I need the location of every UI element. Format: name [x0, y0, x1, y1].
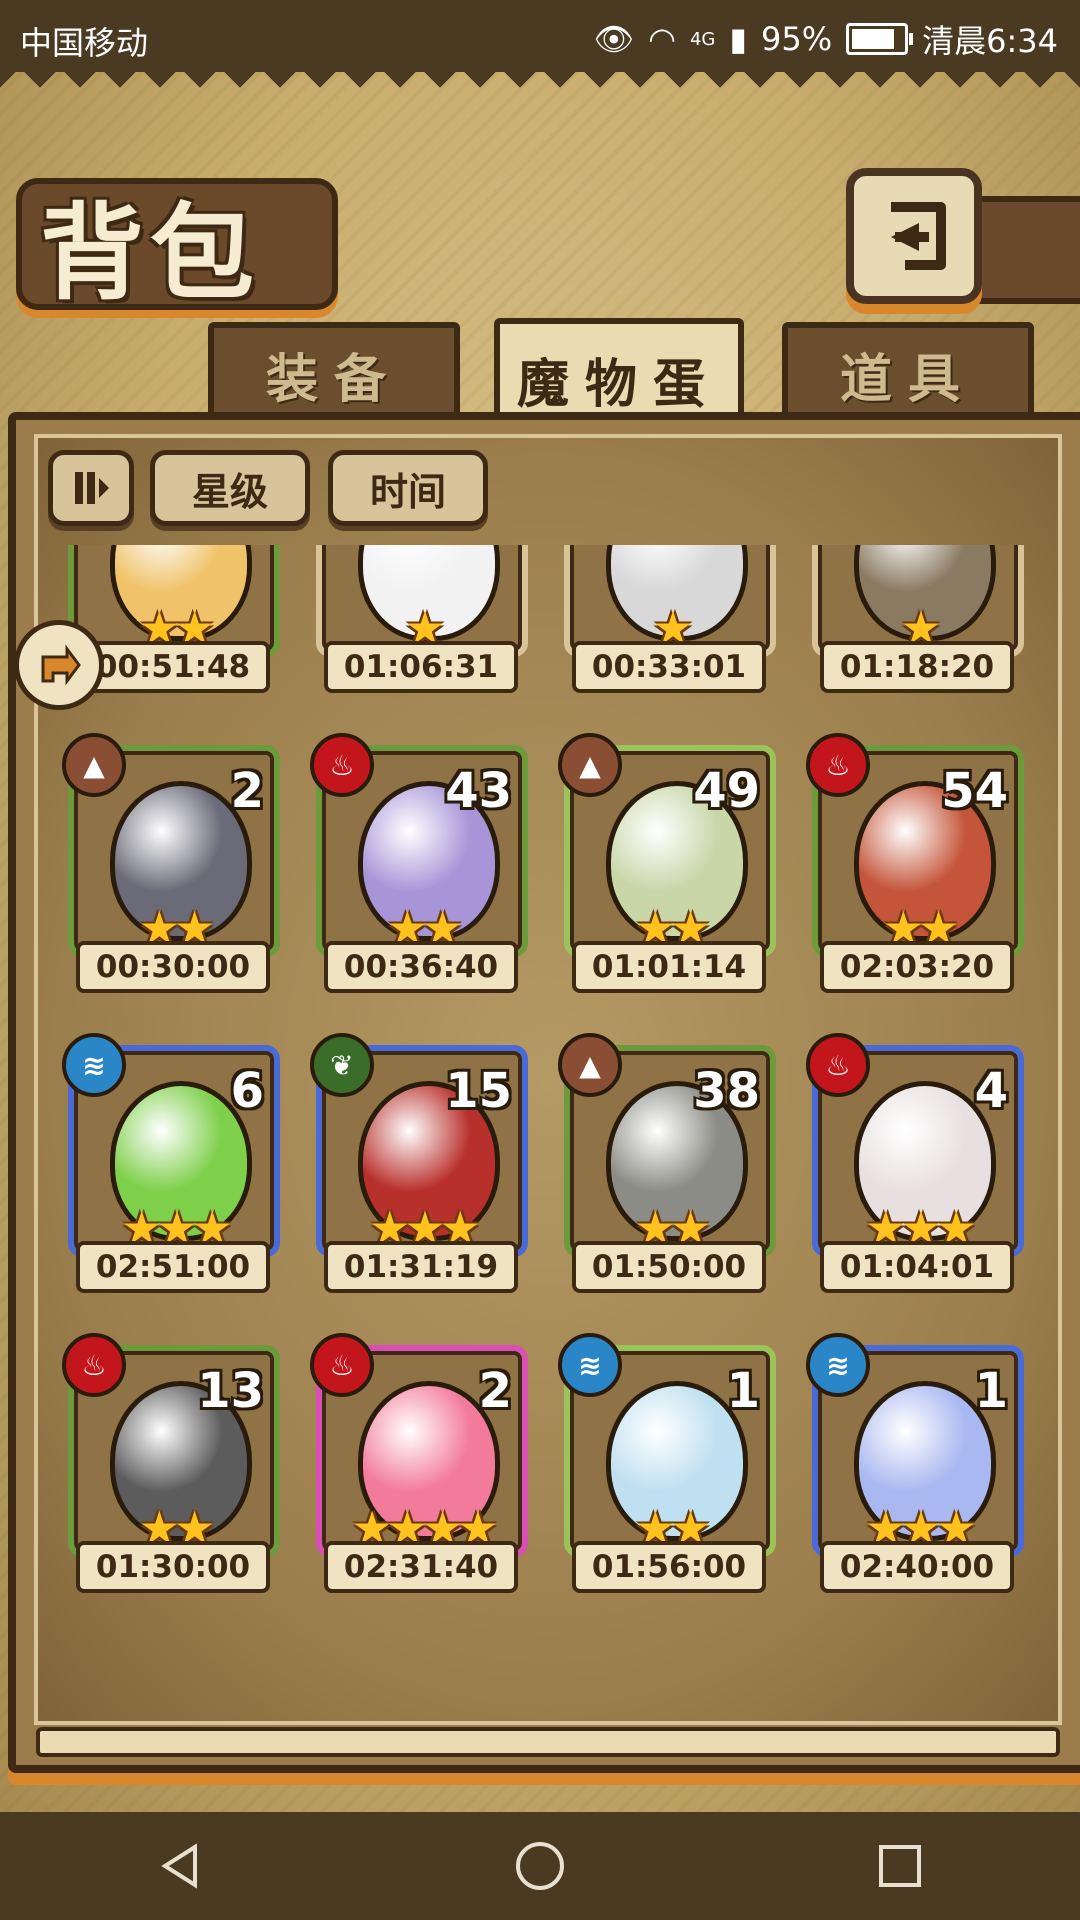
egg-slot[interactable]: 2 ★★★★ ♨ 02:31:40	[310, 1333, 528, 1593]
egg-slot[interactable]: 1★01:18:20	[812, 545, 1024, 693]
battery-percent: 95%	[761, 20, 833, 58]
back-button[interactable]	[846, 168, 982, 304]
wifi-icon: ◠	[648, 20, 676, 58]
system-nav-bar	[0, 1812, 1080, 1920]
recents-square-icon	[879, 1845, 921, 1887]
hatch-timer: 02:03:20	[820, 941, 1014, 993]
fire-element-icon: ♨	[62, 1333, 126, 1397]
tab-items[interactable]: 道具	[782, 322, 1034, 426]
egg-slot[interactable]: 6 ★★★ ≋ 02:51:00	[62, 1033, 280, 1293]
home-circle-icon	[516, 1842, 564, 1890]
carrier-label: 中国移动	[20, 24, 149, 62]
quick-action-button[interactable]	[14, 620, 104, 710]
earth-element-icon: ▲	[62, 733, 126, 797]
hatch-timer: 02:40:00	[820, 1541, 1014, 1593]
egg-slot[interactable]: 13 ★★ ♨ 01:30:00	[62, 1333, 280, 1593]
hatch-timer: 01:31:19	[324, 1241, 518, 1293]
egg-slot[interactable]: 2 ★★ ▲ 00:30:00	[62, 733, 280, 993]
fire-element-icon: ♨	[310, 733, 374, 797]
page-title: 背包	[40, 192, 261, 314]
hatch-timer: 02:51:00	[76, 1241, 270, 1293]
egg-slot[interactable]: 3★00:33:01	[564, 545, 776, 693]
egg-count: 54	[941, 763, 1008, 819]
egg-slot[interactable]: 49 ★★ ▲ 01:01:14	[558, 733, 776, 993]
tab-equipment[interactable]: 装备	[208, 322, 460, 426]
egg-slot[interactable]: 4 ★★★ ♨ 01:04:01	[806, 1033, 1024, 1293]
fire-element-icon: ♨	[806, 733, 870, 797]
hatch-timer: 02:31:40	[324, 1541, 518, 1593]
egg-count: 13	[197, 1363, 264, 1419]
back-triangle-icon	[161, 1843, 197, 1889]
hatch-timer: 01:50:00	[572, 1241, 766, 1293]
egg-grid: 1★★00:51:485★01:06:313★00:33:011★01:18:2…	[40, 545, 1040, 1735]
eye-icon: 👁	[593, 20, 635, 58]
hatch-timer: 00:36:40	[324, 941, 518, 993]
hatch-timer: 00:51:48	[76, 641, 270, 693]
sort-by-star-button[interactable]: 星级	[150, 450, 310, 526]
leaf-element-icon: ❦	[310, 1033, 374, 1097]
battery-icon	[846, 23, 914, 55]
water-element-icon: ≋	[62, 1033, 126, 1097]
egg-slot[interactable]: 38 ★★ ▲ 01:50:00	[558, 1033, 776, 1293]
status-bar: 中国移动 👁 ◠ 4G ▮ 95% 清晨6:34	[0, 0, 1080, 72]
clock: 清晨6:34	[922, 22, 1058, 60]
sort-order-button[interactable]	[48, 450, 134, 526]
hatch-timer: 01:18:20	[820, 641, 1014, 693]
egg-count: 6	[230, 1063, 264, 1119]
egg-count: 4	[974, 1063, 1008, 1119]
hatch-timer: 01:01:14	[572, 941, 766, 993]
egg-count: 15	[445, 1063, 512, 1119]
earth-element-icon: ▲	[558, 733, 622, 797]
nav-back-button[interactable]	[120, 1826, 240, 1906]
battery-level	[852, 29, 894, 49]
sort-by-time-button[interactable]: 时间	[328, 450, 488, 526]
hatch-timer: 00:33:01	[572, 641, 766, 693]
hatch-timer: 01:56:00	[572, 1541, 766, 1593]
egg-count: 2	[478, 1363, 512, 1419]
fire-element-icon: ♨	[310, 1333, 374, 1397]
status-icons: 👁 ◠ 4G ▮ 95% 清晨6:34	[593, 16, 1058, 62]
egg-slot[interactable]: 15 ★★★ ❦ 01:31:19	[310, 1033, 528, 1293]
network-label: 4G	[689, 28, 716, 50]
egg-slot[interactable]: 1 ★★★ ≋ 02:40:00	[806, 1333, 1024, 1593]
egg-count: 38	[693, 1063, 760, 1119]
hatch-timer: 00:30:00	[76, 941, 270, 993]
earth-element-icon: ▲	[558, 1033, 622, 1097]
water-element-icon: ≋	[806, 1333, 870, 1397]
zigzag-edge	[0, 72, 1080, 94]
hatch-timer: 01:04:01	[820, 1241, 1014, 1293]
hatch-timer: 01:30:00	[76, 1541, 270, 1593]
egg-slot[interactable]: 43 ★★ ♨ 00:36:40	[310, 733, 528, 993]
nav-home-button[interactable]	[480, 1826, 600, 1906]
egg-slot[interactable]: 54 ★★ ♨ 02:03:20	[806, 733, 1024, 993]
egg-count: 1	[974, 1363, 1008, 1419]
fire-element-icon: ♨	[806, 1033, 870, 1097]
egg-slot[interactable]: 5★01:06:31	[316, 545, 528, 693]
egg-count: 2	[230, 763, 264, 819]
water-element-icon: ≋	[558, 1333, 622, 1397]
arrow-badge-icon	[41, 644, 81, 686]
egg-slot[interactable]: 1 ★★ ≋ 01:56:00	[558, 1333, 776, 1593]
nav-recents-button[interactable]	[840, 1826, 960, 1906]
return-arrow-icon	[891, 202, 946, 270]
hatch-timer: 01:06:31	[324, 641, 518, 693]
signal-icon: ▮	[729, 20, 747, 58]
egg-count: 1	[726, 1363, 760, 1419]
egg-count: 49	[693, 763, 760, 819]
sort-toggle-icon	[75, 472, 109, 504]
egg-count: 43	[445, 763, 512, 819]
